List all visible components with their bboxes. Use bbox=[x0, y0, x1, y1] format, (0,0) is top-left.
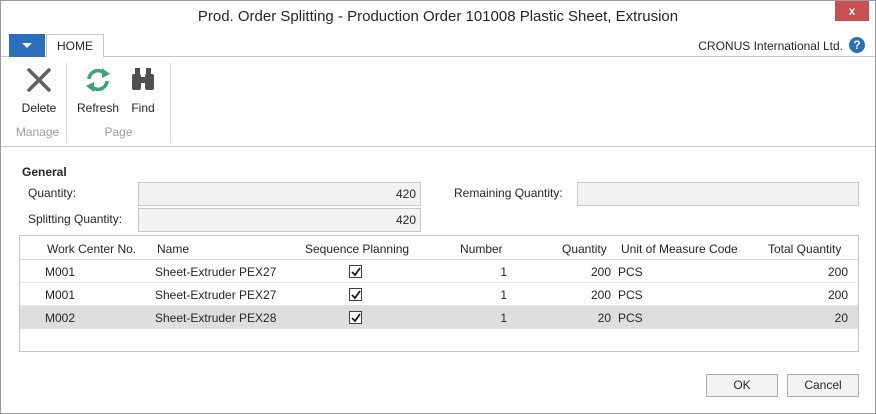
checkmark-icon bbox=[351, 290, 361, 300]
cell-number[interactable]: 1 bbox=[460, 311, 507, 325]
cell-work-center-no[interactable]: M001 bbox=[45, 265, 75, 279]
sequence-planning-checkbox[interactable] bbox=[349, 311, 362, 324]
column-header-total-quantity[interactable]: Total Quantity bbox=[768, 242, 841, 256]
refresh-button[interactable]: Refresh bbox=[71, 65, 125, 115]
ribbon-group-label-page: Page bbox=[104, 125, 133, 139]
table-row[interactable]: M002 Sheet-Extruder PEX28 1 20 PCS 20 bbox=[20, 306, 858, 329]
section-title-general: General bbox=[22, 165, 67, 179]
table-row[interactable]: M001 Sheet-Extruder PEX27 1 200 PCS 200 bbox=[20, 283, 858, 306]
checkmark-icon bbox=[351, 313, 361, 323]
sequence-planning-checkbox[interactable] bbox=[349, 288, 362, 301]
remaining-quantity-label: Remaining Quantity: bbox=[454, 186, 563, 200]
chevron-down-icon bbox=[22, 43, 32, 48]
quantity-label: Quantity: bbox=[28, 186, 77, 200]
sequence-planning-checkbox[interactable] bbox=[349, 265, 362, 278]
cell-uom-code[interactable]: PCS bbox=[618, 265, 643, 279]
cell-name[interactable]: Sheet-Extruder PEX27 bbox=[155, 288, 276, 302]
grid-header: Work Center No. Name Sequence Planning N… bbox=[20, 236, 858, 260]
cell-name[interactable]: Sheet-Extruder PEX28 bbox=[155, 311, 276, 325]
cell-total-quantity[interactable]: 200 bbox=[780, 265, 848, 279]
cell-work-center-no[interactable]: M002 bbox=[45, 311, 75, 325]
column-header-work-center-no[interactable]: Work Center No. bbox=[47, 242, 136, 256]
tab-home[interactable]: HOME bbox=[46, 34, 104, 58]
checkmark-icon bbox=[351, 267, 361, 277]
cell-work-center-no[interactable]: M001 bbox=[45, 288, 75, 302]
ribbon-group-page: Refresh Find Page bbox=[67, 63, 171, 143]
binoculars-icon bbox=[132, 68, 154, 90]
app-menu-button[interactable] bbox=[9, 34, 45, 57]
cell-uom-code[interactable]: PCS bbox=[618, 311, 643, 325]
column-header-name[interactable]: Name bbox=[157, 242, 189, 256]
remaining-quantity-field[interactable] bbox=[577, 182, 859, 206]
ribbon-group-label-manage: Manage bbox=[15, 125, 60, 139]
find-button[interactable]: Find bbox=[125, 65, 161, 115]
ribbon-group-manage: Delete Manage bbox=[9, 63, 67, 143]
delete-button-label: Delete bbox=[21, 101, 57, 115]
cell-quantity[interactable]: 200 bbox=[560, 265, 611, 279]
company-name: CRONUS International Ltd. bbox=[698, 39, 843, 53]
window-title: Prod. Order Splitting - Production Order… bbox=[197, 8, 679, 25]
cell-total-quantity[interactable]: 200 bbox=[780, 288, 848, 302]
split-lines-grid: Work Center No. Name Sequence Planning N… bbox=[19, 235, 859, 352]
dialog-window: Prod. Order Splitting - Production Order… bbox=[0, 0, 876, 414]
help-icon[interactable]: ? bbox=[849, 37, 865, 53]
column-header-quantity[interactable]: Quantity bbox=[562, 242, 607, 256]
cell-uom-code[interactable]: PCS bbox=[618, 288, 643, 302]
cell-quantity[interactable]: 200 bbox=[560, 288, 611, 302]
column-header-sequence-planning[interactable]: Sequence Planning bbox=[305, 242, 409, 256]
ribbon: Delete Manage Refresh Find Page bbox=[1, 57, 875, 147]
quantity-field[interactable]: 420 bbox=[138, 182, 421, 206]
cancel-button[interactable]: Cancel bbox=[787, 374, 859, 397]
close-button[interactable]: x bbox=[835, 1, 869, 21]
ribbon-tab-row: HOME CRONUS International Ltd. ? bbox=[1, 33, 875, 58]
delete-icon bbox=[27, 68, 51, 92]
column-header-number[interactable]: Number bbox=[460, 242, 503, 256]
ok-button[interactable]: OK bbox=[706, 374, 778, 397]
table-row[interactable]: M001 Sheet-Extruder PEX27 1 200 PCS 200 bbox=[20, 260, 858, 283]
cell-name[interactable]: Sheet-Extruder PEX27 bbox=[155, 265, 276, 279]
refresh-button-label: Refresh bbox=[76, 101, 120, 115]
splitting-quantity-label: Splitting Quantity: bbox=[28, 212, 123, 226]
close-icon: x bbox=[848, 4, 856, 18]
splitting-quantity-field[interactable]: 420 bbox=[138, 208, 421, 232]
find-button-label: Find bbox=[131, 101, 155, 115]
title-bar: Prod. Order Splitting - Production Order… bbox=[1, 1, 875, 32]
cell-number[interactable]: 1 bbox=[460, 265, 507, 279]
refresh-icon bbox=[86, 68, 110, 92]
cell-total-quantity[interactable]: 20 bbox=[780, 311, 848, 325]
cell-quantity[interactable]: 20 bbox=[560, 311, 611, 325]
delete-button[interactable]: Delete bbox=[13, 65, 65, 115]
cell-number[interactable]: 1 bbox=[460, 288, 507, 302]
column-header-uom-code[interactable]: Unit of Measure Code bbox=[621, 242, 738, 256]
